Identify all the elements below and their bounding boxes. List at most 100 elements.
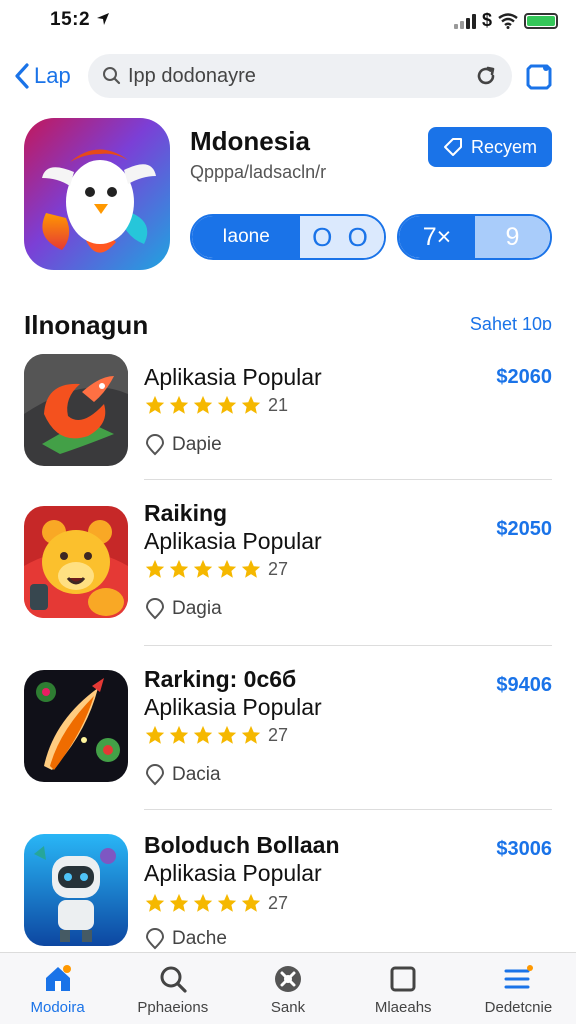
battery-icon [524,12,558,29]
app-price[interactable]: $3006 [496,838,552,861]
featured-app-icon[interactable] [24,118,170,270]
signal-icon [453,13,476,29]
section-title: Ilnonagun [24,310,149,340]
star-icon [169,893,189,912]
tab-label: Pphaeions [137,999,209,1016]
refresh-icon[interactable] [474,64,498,88]
tab-home[interactable]: Modoira [0,953,115,1024]
square-icon [390,966,416,992]
app-name: Rarking: 0c6б [144,666,297,692]
stats-toggle-2[interactable]: 7× 9 [397,214,552,260]
app-subtitle: Aplikasia Popular [144,528,322,554]
featured-subtitle: Qpppa/ladsacln/r [190,162,327,182]
get-button[interactable]: Recyem [428,127,552,167]
star-icon [169,559,189,578]
location-pin-icon [145,928,165,950]
star-icon [193,893,213,912]
chevron-left-icon [15,63,29,89]
location-pin-icon [145,764,165,786]
app-location: Dagia [144,598,222,620]
app-icon[interactable] [24,670,128,782]
app-icon[interactable] [24,354,128,466]
tab-search[interactable]: Pphaeions [115,953,230,1024]
search-icon [103,67,121,85]
share-icon[interactable] [522,60,556,94]
get-button-label: Recyem [470,136,537,157]
app-icon[interactable] [24,834,128,946]
star-icon [193,725,213,744]
star-icon [217,725,237,744]
star-icon [217,893,237,912]
star-icon [145,725,165,744]
star-icon [169,725,189,744]
rating-count: 27 [268,724,289,745]
list-item[interactable]: Aplikasia Popular 21 Dapie $2060 [0,352,576,480]
rating-count: 21 [268,394,289,415]
location-label: Dagia [172,598,222,619]
star-icon [145,893,165,912]
app-subtitle: Aplikasia Popular [144,694,322,720]
star-icon [169,395,189,414]
app-price[interactable]: $9406 [496,674,552,697]
dollar-icon: $ [481,10,492,30]
location-arrow-icon [96,13,109,25]
status-bar: 15:2 $ [0,0,576,40]
menu-icon [504,965,534,989]
app-rating: 27 [144,892,288,914]
home-icon [45,965,71,991]
star-icon [145,559,165,578]
see-all-link[interactable]: Sahet 10ɒ [470,314,552,335]
star-icon [241,893,261,912]
back-label: Lap [34,63,71,88]
tab-games[interactable]: Sank [230,953,345,1024]
app-subtitle: Aplikasia Popular [144,860,322,886]
rating-count: 27 [268,558,289,579]
back-button[interactable]: Lap [14,58,71,94]
search-icon [160,966,187,993]
star-icon [193,559,213,578]
location-label: Dapie [172,434,222,455]
list-item[interactable]: Boloduch Bollaan Aplikasia Popular 27 Da… [0,830,576,952]
stats-toggle-2-value[interactable]: 9 [475,216,550,258]
tab-label: Dedetcnie [484,999,553,1016]
app-icon[interactable] [24,506,128,618]
star-icon [217,395,237,414]
tab-more[interactable]: Dedetcnie [461,953,576,1024]
game-icon [275,966,301,992]
app-price[interactable]: $2060 [496,366,552,389]
wifi-icon [498,12,518,29]
star-icon [145,395,165,414]
tab-apps[interactable]: Mlaeahs [346,953,461,1024]
location-pin-icon [145,598,165,620]
tab-label: Sank [270,999,306,1016]
app-name: Boloduch Bollaan [144,832,340,858]
app-rating: 27 [144,558,288,580]
tag-icon [443,138,462,156]
location-pin-icon [145,434,165,456]
search-text: Ipp dodonayre [128,64,256,87]
rating-count: 27 [268,892,289,913]
app-price[interactable]: $2050 [496,518,552,541]
app-location: Dacia [144,764,221,786]
app-name: Raiking [144,500,228,526]
location-label: Dacia [172,764,221,785]
search-input[interactable]: Ipp dodonayre [88,54,512,98]
tab-bar: Modoira Pphaeions Sank Mlaeahs Dedetcnie [0,952,576,1024]
stats-toggle-1-value[interactable]: O O [300,216,384,258]
app-subtitle: Aplikasia Popular [144,364,322,390]
status-time: 15:2 [50,9,110,31]
app-location: Dache [144,928,227,950]
star-icon [241,559,261,578]
stats-toggle-2-label[interactable]: 7× [399,216,475,258]
list-item[interactable]: Rarking: 0c6б Aplikasia Popular 27 Dacia… [0,662,576,810]
stats-toggle-1[interactable]: Iaone O O [190,214,386,260]
divider [144,809,552,810]
divider [144,479,552,480]
app-rating: 21 [144,394,288,416]
tab-label: Modoira [30,999,85,1016]
star-icon [241,395,261,414]
list-item[interactable]: Raiking Aplikasia Popular 27 Dagia $2050 [0,496,576,646]
star-icon [193,395,213,414]
location-label: Dache [172,928,227,949]
stats-toggle-1-label[interactable]: Iaone [192,216,300,258]
